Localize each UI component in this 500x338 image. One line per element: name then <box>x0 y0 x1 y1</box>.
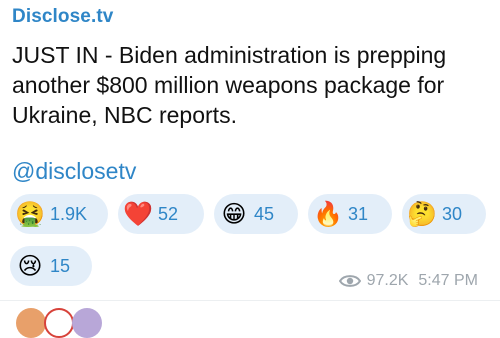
avatar <box>72 308 102 338</box>
thinking-face-icon: 🤔 <box>407 200 437 228</box>
reaction-vomiting[interactable]: 🤮 1.9K <box>10 194 108 234</box>
fire-icon: 🔥 <box>313 200 343 228</box>
message-bubble: Disclose.tv JUST IN - Biden administrati… <box>0 0 500 300</box>
reaction-crying[interactable]: 😢 15 <box>10 246 92 286</box>
reaction-heart[interactable]: ❤️ 52 <box>118 194 204 234</box>
reaction-fire[interactable]: 🔥 31 <box>308 194 392 234</box>
reaction-count: 31 <box>348 203 369 224</box>
reaction-count: 45 <box>254 203 275 224</box>
view-count: 97.2K <box>366 272 409 289</box>
avatar <box>16 308 46 338</box>
divider <box>0 300 500 301</box>
reaction-count: 52 <box>158 203 179 224</box>
reaction-count: 30 <box>442 203 463 224</box>
channel-name[interactable]: Disclose.tv <box>12 6 113 28</box>
timestamp: 5:47 PM <box>418 272 478 289</box>
vomiting-face-icon: 🤮 <box>15 200 45 228</box>
crying-face-icon: 😢 <box>17 252 43 280</box>
reaction-count: 15 <box>50 255 71 276</box>
channel-handle-link[interactable]: @disclosetv <box>12 158 136 185</box>
message-meta: 97.2K 5:47 PM <box>338 272 478 290</box>
eye-icon <box>338 275 361 287</box>
reaction-grinning[interactable]: 😁 45 <box>214 194 298 234</box>
red-heart-icon: ❤️ <box>123 200 153 228</box>
post-text: JUST IN - Biden administration is preppi… <box>12 42 447 128</box>
reaction-count: 1.9K <box>50 203 88 224</box>
reaction-thinking[interactable]: 🤔 30 <box>402 194 486 234</box>
grinning-face-icon: 😁 <box>221 200 247 228</box>
avatar <box>44 308 74 338</box>
